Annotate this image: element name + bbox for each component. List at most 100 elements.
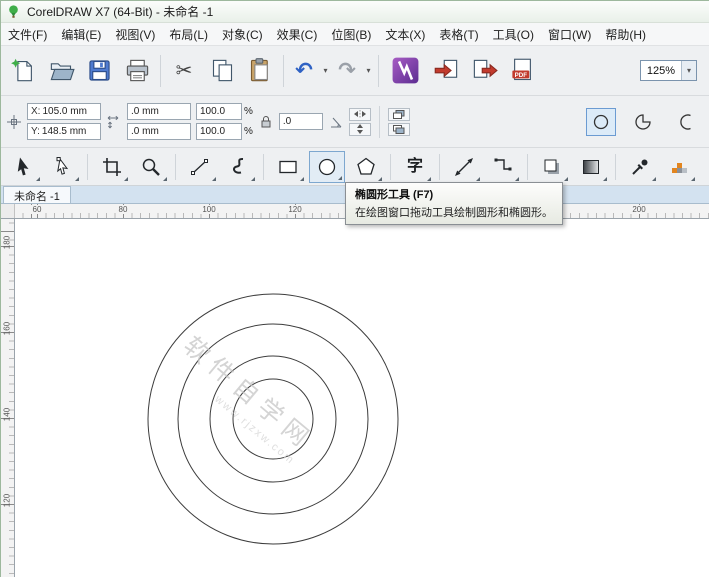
menu-edit[interactable]: 编辑(E)	[54, 23, 108, 46]
toolbox-separator	[615, 154, 616, 180]
menu-help[interactable]: 帮助(H)	[598, 23, 653, 46]
connector-tool[interactable]	[485, 151, 521, 183]
scale-y-value: 100.0	[200, 126, 225, 137]
redo-dropdown-caret[interactable]: ▾	[364, 66, 373, 75]
ellipse-tool[interactable]	[309, 151, 345, 183]
shape-tool[interactable]	[45, 151, 81, 183]
ellipse-shape-icon	[589, 110, 613, 134]
flyout-indicator	[378, 177, 382, 181]
x-position-field[interactable]: X: 105.0 mm	[27, 103, 101, 120]
to-front-button[interactable]	[388, 108, 410, 121]
menu-text[interactable]: 文本(X)	[378, 23, 432, 46]
paste-button[interactable]	[242, 50, 278, 92]
export-button[interactable]	[466, 50, 502, 92]
mirror-vertical-button[interactable]	[349, 123, 371, 136]
scale-x-field[interactable]: 100.0	[196, 103, 242, 120]
vertical-ruler[interactable]: 180 160 140 120	[1, 219, 15, 577]
menu-window[interactable]: 窗口(W)	[541, 23, 598, 46]
cut-button[interactable]: ✂	[166, 50, 202, 92]
polygon-tool[interactable]	[348, 151, 384, 183]
toolbox: 字	[1, 148, 709, 186]
color-eyedropper-tool[interactable]	[622, 151, 658, 183]
interactive-fill-tool[interactable]	[661, 151, 697, 183]
rectangle-tool[interactable]	[270, 151, 306, 183]
search-content-button[interactable]	[384, 50, 426, 92]
text-tool[interactable]: 字	[397, 151, 433, 183]
toolbox-separator	[439, 154, 440, 180]
pick-arrow-icon	[13, 156, 35, 178]
artistic-media-tool[interactable]	[221, 151, 257, 183]
transparency-tool[interactable]	[573, 151, 609, 183]
open-button[interactable]	[43, 50, 79, 92]
redo-button[interactable]: ↷	[332, 50, 362, 92]
menu-tools[interactable]: 工具(O)	[486, 23, 541, 46]
pick-tool[interactable]	[6, 151, 42, 183]
ellipse-mode-buttons	[586, 108, 700, 136]
rectangle-icon	[277, 156, 299, 178]
new-document-button[interactable]	[5, 50, 41, 92]
menu-table[interactable]: 表格(T)	[432, 23, 485, 46]
crop-tool[interactable]	[94, 151, 130, 183]
menu-view[interactable]: 视图(V)	[108, 23, 162, 46]
save-floppy-icon	[86, 57, 113, 84]
rotation-angle-field[interactable]: .0	[279, 113, 323, 130]
zoom-dropdown-button[interactable]: ▾	[681, 61, 696, 80]
menu-effects[interactable]: 效果(C)	[270, 23, 325, 46]
flyout-indicator	[691, 177, 695, 181]
pdf-icon: PDF	[509, 57, 536, 84]
ruler-origin-box[interactable]	[1, 204, 15, 218]
publish-pdf-button[interactable]: PDF	[504, 50, 540, 92]
arc-mode-button[interactable]	[670, 108, 700, 136]
drop-shadow-tool[interactable]	[534, 151, 570, 183]
undo-button[interactable]: ↶	[289, 50, 319, 92]
ellipse-icon	[316, 156, 338, 178]
to-back-icon	[393, 125, 405, 134]
eyedropper-icon	[629, 156, 651, 178]
toolbox-separator	[87, 154, 88, 180]
ellipse-mode-button[interactable]	[586, 108, 616, 136]
width-value: .0 mm	[131, 106, 159, 117]
titlebar: CorelDRAW X7 (64-Bit) - 未命名 -1	[1, 1, 709, 23]
ruler-label: 100	[200, 205, 217, 214]
ruler-label: 60	[31, 205, 44, 214]
object-size-icon	[106, 114, 122, 130]
canvas-row: 180 160 140 120 软件自学网 www.rjzxw.com	[1, 219, 709, 577]
to-back-button[interactable]	[388, 123, 410, 136]
menu-bitmaps[interactable]: 位图(B)	[324, 23, 378, 46]
copy-button[interactable]	[204, 50, 240, 92]
print-icon	[124, 57, 151, 84]
flyout-indicator	[564, 177, 568, 181]
flyout-indicator	[300, 177, 304, 181]
drawing-canvas[interactable]: 软件自学网 www.rjzxw.com	[15, 219, 709, 577]
freehand-tool[interactable]	[182, 151, 218, 183]
object-position-fields: X: 105.0 mm Y: 148.5 mm	[27, 103, 101, 140]
width-field[interactable]: .0 mm	[127, 103, 191, 120]
document-tab[interactable]: 未命名 -1	[3, 186, 71, 203]
y-value: 148.5 mm	[42, 126, 86, 137]
connector-icon	[492, 156, 514, 178]
menu-layout[interactable]: 布局(L)	[162, 23, 215, 46]
zoom-level-combo[interactable]: 125% ▾	[640, 60, 697, 81]
y-position-field[interactable]: Y: 148.5 mm	[27, 123, 101, 140]
lock-ratio-icon[interactable]	[258, 114, 274, 130]
tooltip-body: 在绘图窗口拖动工具绘制圆形和椭圆形。	[355, 204, 553, 220]
scale-y-field[interactable]: 100.0	[196, 123, 242, 140]
mirror-horizontal-button[interactable]	[349, 108, 371, 121]
height-field[interactable]: .0 mm	[127, 123, 191, 140]
flyout-indicator	[652, 177, 656, 181]
object-position-icon	[6, 114, 22, 130]
chevron-down-icon: ▾	[685, 66, 694, 75]
menu-object[interactable]: 对象(C)	[215, 23, 270, 46]
undo-dropdown-caret[interactable]: ▾	[321, 66, 330, 75]
ruler-label: 120	[3, 491, 12, 511]
drawn-circles[interactable]	[15, 219, 709, 577]
text-tool-icon: 字	[407, 159, 423, 175]
save-button[interactable]	[81, 50, 117, 92]
menu-file[interactable]: 文件(F)	[1, 23, 54, 46]
print-button[interactable]	[119, 50, 155, 92]
zoom-tool[interactable]	[133, 151, 169, 183]
parallel-dimension-tool[interactable]	[446, 151, 482, 183]
pie-mode-button[interactable]	[628, 108, 658, 136]
import-button[interactable]	[428, 50, 464, 92]
x-value: 105.0 mm	[42, 106, 86, 117]
